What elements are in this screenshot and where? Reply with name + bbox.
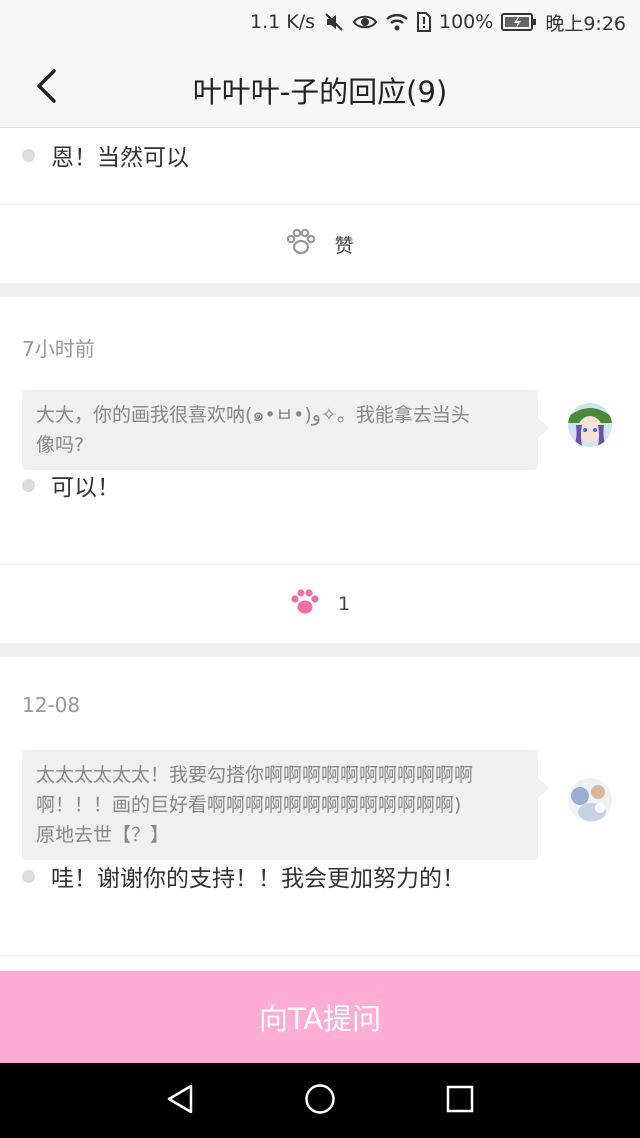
question-text: 太太太太太太！我要勾搭你啊啊啊啊啊啊啊啊啊啊啊 (36, 764, 474, 786)
square-recents-icon (445, 1084, 475, 1118)
bullet-dot (22, 869, 35, 883)
question-text: 啊！！！画的巨好看啊啊啊啊啊啊啊啊啊啊啊啊啊) (36, 794, 462, 816)
question-text: 像吗? (36, 434, 85, 456)
divider (0, 955, 640, 956)
answer-text: 恩！当然可以 (51, 145, 189, 171)
status-bar: 1.1 K/s 100% 晚上9:26 (0, 0, 640, 44)
sim-alert-icon (417, 12, 431, 32)
system-nav-bar (0, 1063, 640, 1138)
timestamp: 12-08 (22, 693, 81, 717)
eye-icon (353, 13, 377, 31)
clock: 晚上9:26 (545, 12, 626, 35)
answer-row: 恩！当然可以 (22, 138, 189, 172)
avatar[interactable] (568, 403, 612, 447)
wifi-icon (385, 12, 409, 32)
question-bubble: 大大，你的画我很喜欢呐(๑•ㅂ•)و✧。我能拿去当头 像吗? (22, 390, 549, 470)
nav-bar: 叶叶叶-子的回应(9) (0, 44, 640, 128)
answer-row: 可以！ (22, 468, 120, 502)
bullet-dot (22, 478, 35, 492)
circle-home-icon (304, 1083, 336, 1119)
triangle-back-icon (165, 1083, 195, 1119)
question-text: 大大，你的画我很喜欢呐(๑•ㅂ•)و✧。我能拿去当头 (36, 404, 470, 426)
bullet-dot (22, 148, 35, 162)
ask-question-button[interactable]: 向TA提问 (0, 971, 640, 1063)
answer-row: 哇！谢谢你的支持！！我会更加努力的！ (22, 859, 465, 893)
system-back-button[interactable] (150, 1071, 210, 1131)
question-text: 原地去世【？】 (36, 824, 170, 846)
like-button[interactable]: 1 (0, 565, 640, 643)
ask-question-label: 向TA提问 (258, 1002, 382, 1036)
question-bubble: 太太太太太太！我要勾搭你啊啊啊啊啊啊啊啊啊啊啊 啊！！！画的巨好看啊啊啊啊啊啊啊… (22, 750, 549, 860)
system-recents-button[interactable] (430, 1071, 490, 1131)
reply-card: 12-08 太太太太太太！我要勾搭你啊啊啊啊啊啊啊啊啊啊啊 啊！！！画的巨好看啊… (0, 657, 640, 971)
reply-card: 恩！当然可以 赞 (0, 128, 640, 283)
battery-icon (501, 13, 537, 31)
answer-text: 哇！谢谢你的支持！！我会更加努力的！ (51, 866, 465, 892)
system-home-button[interactable] (290, 1071, 350, 1131)
paw-liked-icon (290, 588, 320, 620)
page-title: 叶叶叶-子的回应(9) (192, 75, 448, 109)
network-speed: 1.1 K/s (249, 11, 315, 33)
paw-icon (286, 228, 316, 260)
timestamp: 7小时前 (22, 337, 95, 361)
avatar[interactable] (568, 778, 612, 822)
like-button[interactable]: 赞 (0, 205, 640, 283)
battery-percent: 100% (439, 11, 494, 33)
reply-card: 7小时前 大大，你的画我很喜欢呐(๑•ㅂ•)و✧。我能拿去当头 像吗? 可以！ (0, 297, 640, 643)
replies-list[interactable]: 恩！当然可以 赞 7小时前 大大，你的画我很喜欢呐(๑•ㅂ•)و✧。我能拿去当头… (0, 128, 640, 971)
answer-text: 可以！ (51, 475, 120, 501)
like-label: 赞 (334, 234, 354, 257)
mute-icon (323, 11, 345, 33)
like-count: 1 (337, 593, 351, 615)
